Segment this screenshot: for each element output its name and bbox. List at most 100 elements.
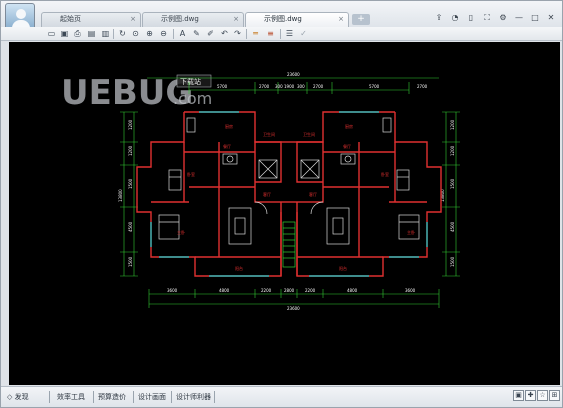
- floor-plan-drawing: UEBUG .com 下载站 23600 5700 2700 300 1900: [61, 72, 460, 311]
- room-label: 卧室: [381, 171, 389, 177]
- favorite-icon[interactable]: ☆: [537, 390, 548, 401]
- room-label: 卧室: [187, 171, 195, 177]
- measure-icon[interactable]: ═: [251, 29, 260, 38]
- dim-bottom-label: 4800: [347, 288, 358, 293]
- lock-icon[interactable]: ▥: [101, 29, 110, 38]
- status-divider: [171, 391, 172, 403]
- layers-icon[interactable]: ☰: [285, 29, 294, 38]
- zoom-window-icon[interactable]: ⊙: [131, 29, 140, 38]
- maximize-button[interactable]: □: [530, 12, 540, 23]
- close-button[interactable]: ✕: [546, 12, 556, 23]
- snap-icon[interactable]: ✚: [525, 390, 536, 401]
- dim-bottom-label: 3600: [405, 288, 416, 293]
- status-divider: [49, 391, 50, 403]
- status-item-design-view[interactable]: 设计画面: [138, 389, 166, 405]
- status-item-discover[interactable]: ◇ 发现: [7, 389, 29, 405]
- dim-top-total: 23600: [287, 72, 300, 77]
- status-item-designer-tools[interactable]: 设计师利器: [176, 389, 211, 405]
- room-labels: 厨房 厨房 餐厅 餐厅 卫生间 卫生间 客厅 客厅 卧室 卧室 主卧 主卧 阳台…: [177, 123, 415, 271]
- room-label: 客厅: [263, 191, 271, 197]
- grid-icon[interactable]: ⊞: [549, 390, 560, 401]
- tab-label: 示例图.dwg: [161, 15, 199, 23]
- dim-top-label: 5700: [369, 84, 380, 89]
- dim-right-label: 4500: [450, 221, 455, 232]
- dim-left-label: 1500: [128, 178, 133, 189]
- print-icon[interactable]: ⎙: [73, 29, 82, 38]
- dim-top-label: 5700: [217, 84, 228, 89]
- dimension-icon[interactable]: ≡: [266, 29, 275, 38]
- room-label: 主卧: [407, 229, 415, 235]
- new-tab-button[interactable]: +: [352, 14, 370, 25]
- cad-viewer-window: 起始页 × 示例图.dwg × 示例图.dwg × + ⇪ ◔ ▯ ⛶ ⚙ — …: [0, 0, 563, 408]
- dim-left-label: 1200: [128, 145, 133, 156]
- dim-left-label: 1200: [128, 119, 133, 130]
- tab-close-icon[interactable]: ×: [233, 13, 239, 26]
- dim-left-label: 4500: [128, 221, 133, 232]
- dim-right-label: 1200: [450, 145, 455, 156]
- check-icon[interactable]: ✓: [299, 29, 308, 38]
- pen-icon[interactable]: ✎: [192, 29, 201, 38]
- tab-drawing-2[interactable]: 示例图.dwg ×: [245, 12, 349, 27]
- undo-icon[interactable]: ↶: [220, 29, 229, 38]
- dim-bottom-label: 4800: [219, 288, 230, 293]
- furniture: [158, 117, 420, 245]
- room-label: 厨房: [225, 123, 233, 129]
- dim-top-label: 2700: [259, 84, 270, 89]
- text-icon[interactable]: A: [178, 29, 187, 38]
- status-divider: [93, 391, 94, 403]
- room-label: 餐厅: [343, 143, 351, 149]
- export-pdf-icon[interactable]: ▤: [87, 29, 96, 38]
- tab-close-icon[interactable]: ×: [338, 13, 344, 26]
- stair-core: [258, 159, 320, 268]
- redo-icon[interactable]: ↷: [233, 29, 242, 38]
- room-label: 阳台: [339, 265, 347, 271]
- watermark-suffix: .com: [173, 89, 212, 108]
- dim-bottom-label: 3600: [167, 288, 178, 293]
- status-item-efficiency-tools[interactable]: 效率工具: [57, 389, 85, 405]
- zoom-out-icon[interactable]: ⊖: [159, 29, 168, 38]
- dim-bottom-label: 2200: [261, 288, 272, 293]
- dim-top-label: 1900: [284, 84, 295, 89]
- dim-left-label: 1500: [128, 256, 133, 267]
- dim-bottom-label: 2200: [305, 288, 316, 293]
- status-bar: ◇ 发现 效率工具 预算造价 设计画面 设计师利器 ▣ ✚ ☆ ⊞: [1, 386, 562, 407]
- dim-top-label: 300: [275, 84, 283, 89]
- dim-top-label: 2700: [417, 84, 428, 89]
- fullscreen-icon[interactable]: ⛶: [482, 12, 492, 23]
- toolbar-divider: [173, 29, 174, 39]
- tab-close-icon[interactable]: ×: [130, 13, 136, 26]
- minimize-button[interactable]: —: [514, 12, 524, 23]
- tab-label: 示例图.dwg: [264, 15, 302, 23]
- status-item-budget[interactable]: 预算造价: [98, 389, 126, 405]
- share-icon[interactable]: ⇪: [434, 12, 444, 23]
- status-item-label: 发现: [14, 393, 29, 401]
- title-bar: 起始页 × 示例图.dwg × 示例图.dwg × + ⇪ ◔ ▯ ⛶ ⚙ — …: [1, 1, 562, 33]
- tab-start-page[interactable]: 起始页 ×: [41, 12, 141, 27]
- settings-gear-icon[interactable]: ⚙: [498, 12, 508, 23]
- status-divider: [214, 391, 215, 403]
- watermark-badge: 下载站: [180, 77, 201, 86]
- toolbar-divider: [280, 29, 281, 39]
- phone-icon[interactable]: ▯: [466, 12, 476, 23]
- main-toolbar: ▭ ▣ ⎙ ▤ ▥ ↻ ⊙ ⊕ ⊖ A ✎ ✐ ↶ ↷ ═ ≡ ☰ ✓: [1, 27, 562, 41]
- save-icon[interactable]: ▣: [60, 29, 69, 38]
- room-label: 卫生间: [263, 131, 275, 137]
- chat-icon[interactable]: ◔: [450, 12, 460, 23]
- rotate-icon[interactable]: ↻: [118, 29, 127, 38]
- layout-icon[interactable]: ▣: [513, 390, 524, 401]
- open-folder-icon[interactable]: ▭: [47, 29, 56, 38]
- dim-top-label: 300: [297, 84, 305, 89]
- annotate-icon[interactable]: ✐: [206, 29, 215, 38]
- dim-right-label: 1500: [450, 178, 455, 189]
- tab-drawing-1[interactable]: 示例图.dwg ×: [142, 12, 244, 27]
- watermark-logo: UEBUG .com 下载站: [61, 73, 212, 113]
- drawing-canvas[interactable]: UEBUG .com 下载站 23600 5700 2700 300 1900: [9, 42, 560, 385]
- zoom-in-icon[interactable]: ⊕: [145, 29, 154, 38]
- room-label: 厨房: [345, 123, 353, 129]
- bottom-dimensions: 3600 4800 2200 2800 2200 4800 3600 23600: [148, 288, 440, 311]
- toolbar-divider: [113, 29, 114, 39]
- dim-right-label: 1200: [450, 119, 455, 130]
- diamond-icon: ◇: [7, 393, 13, 401]
- room-label: 客厅: [309, 191, 317, 197]
- room-label: 阳台: [235, 265, 243, 271]
